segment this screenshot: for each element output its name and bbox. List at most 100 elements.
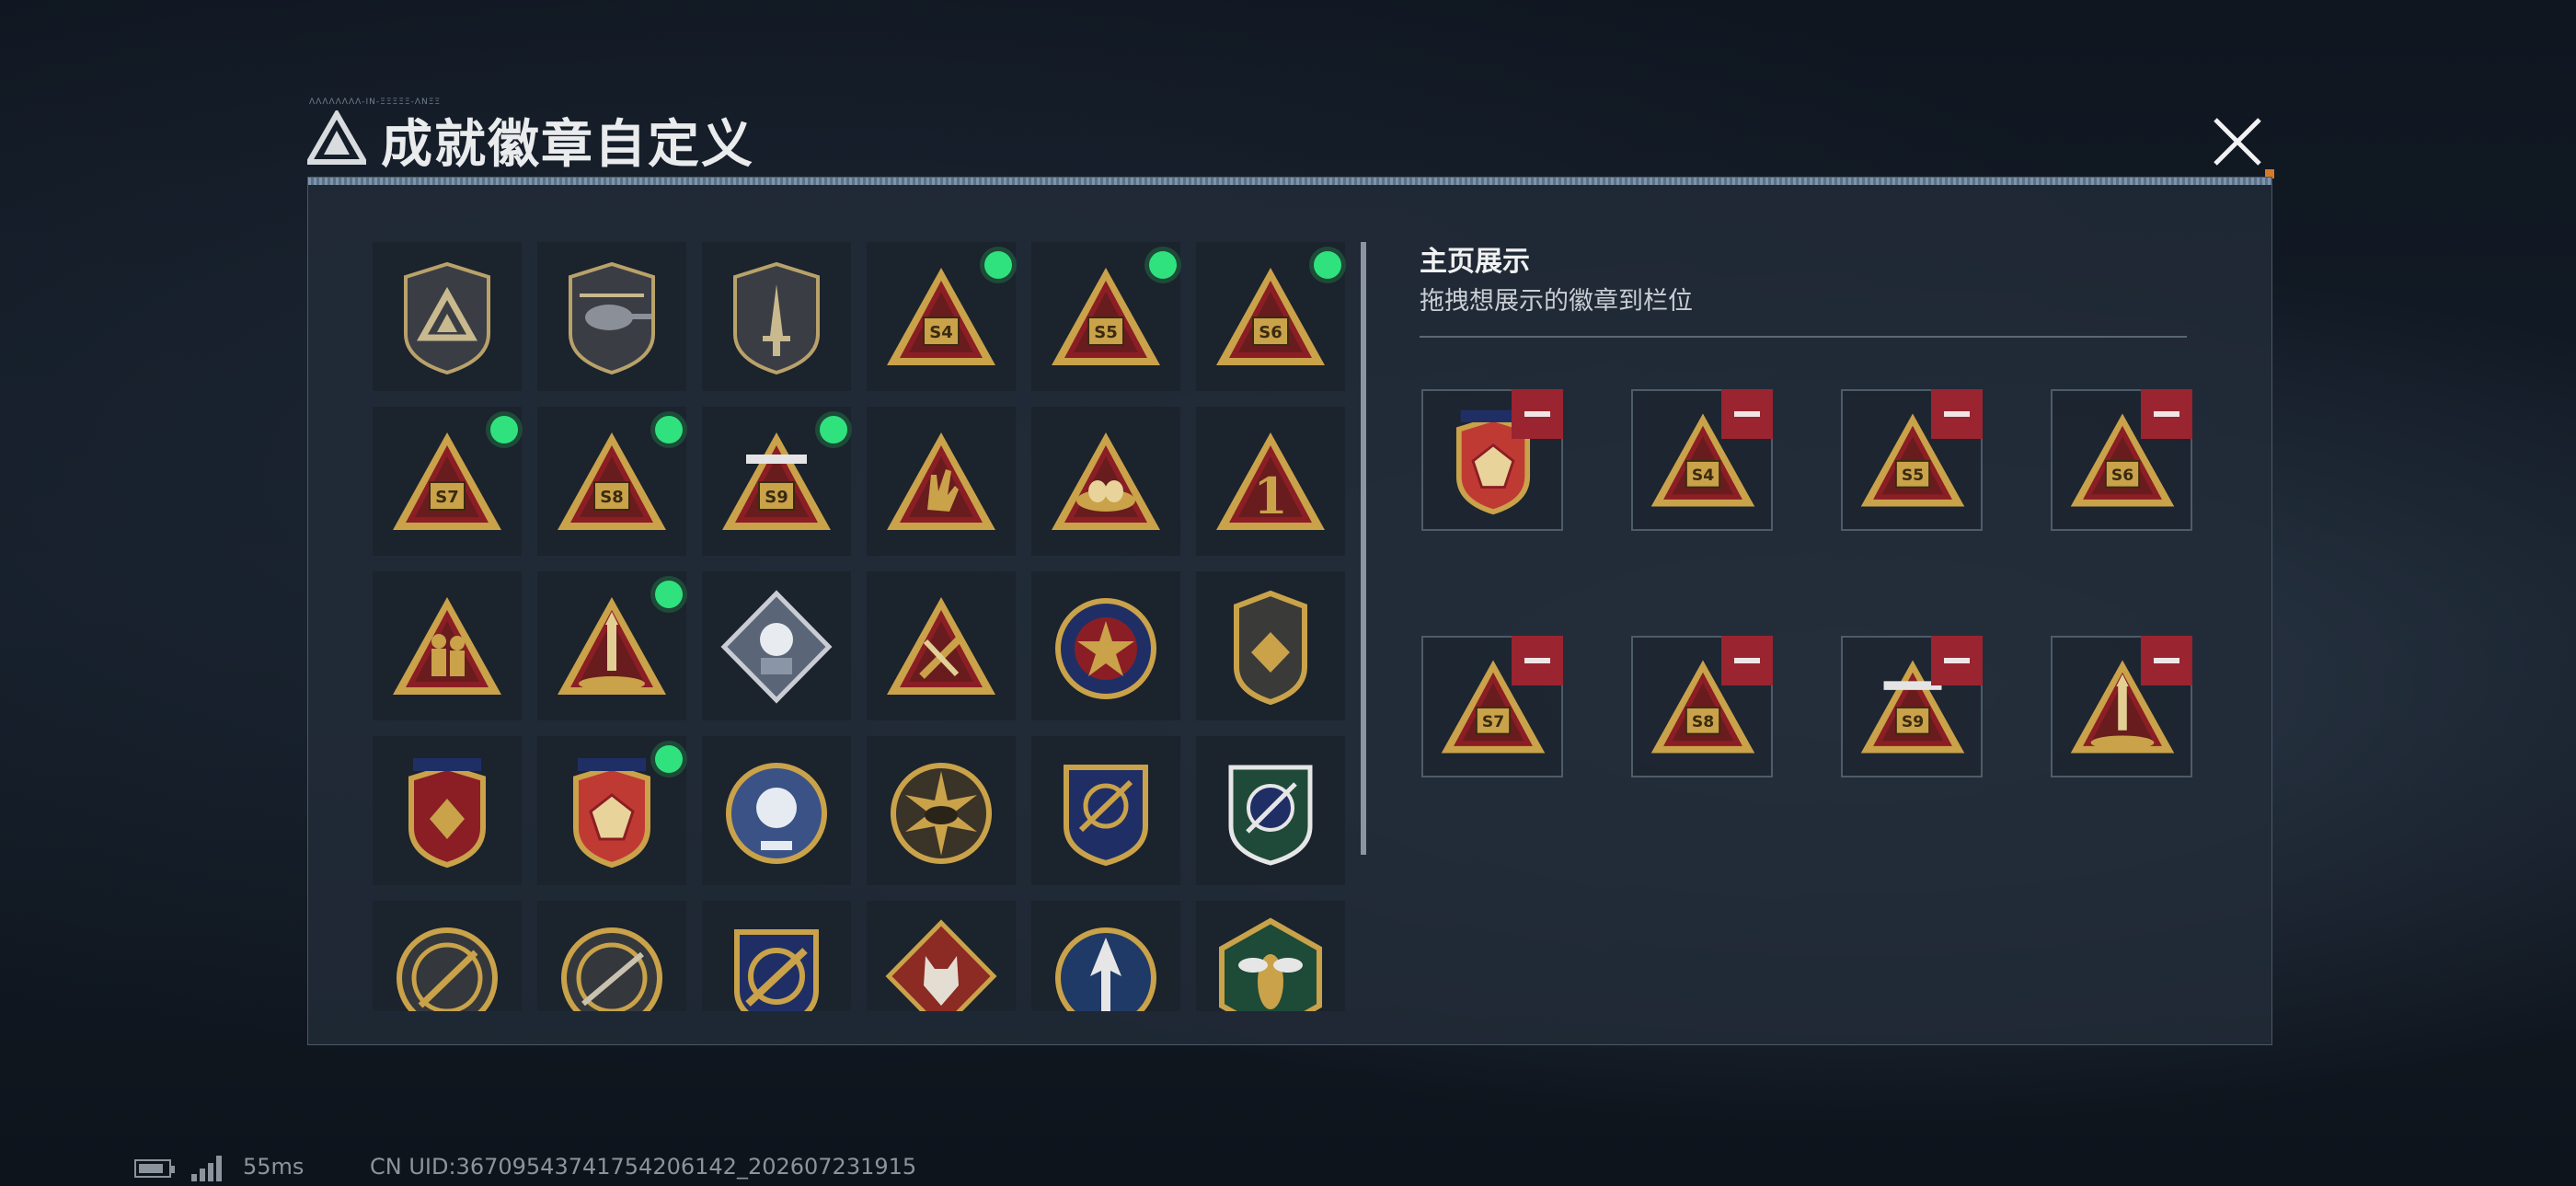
- badge-green-crosshair-icon: [1228, 765, 1313, 866]
- close-button[interactable]: [2208, 112, 2274, 178]
- remove-badge-button[interactable]: [2141, 389, 2192, 439]
- showcase-slot[interactable]: [2051, 636, 2192, 777]
- badge-cell[interactable]: [373, 571, 522, 720]
- badge-s7-icon: S7: [393, 432, 501, 530]
- svg-text:S9: S9: [1902, 713, 1924, 731]
- svg-text:S5: S5: [1902, 466, 1924, 485]
- equipped-indicator: [1149, 251, 1177, 279]
- svg-text:S6: S6: [2111, 466, 2133, 485]
- badge-cell[interactable]: S5: [1031, 242, 1180, 391]
- badge-cell[interactable]: [373, 242, 522, 391]
- badge-cell[interactable]: [1031, 407, 1180, 556]
- badge-skull-round-icon: [726, 763, 827, 864]
- equipped-indicator: [984, 251, 1012, 279]
- badge-cell[interactable]: [1031, 571, 1180, 720]
- remove-badge-button[interactable]: [1512, 389, 1563, 439]
- showcase-slot[interactable]: S4: [1631, 389, 1773, 531]
- showcase-slot[interactable]: S6: [2051, 389, 2192, 531]
- badge-s6-icon: S6: [1216, 268, 1325, 365]
- ping-text: 55ms: [243, 1154, 305, 1180]
- badge-cell[interactable]: [537, 901, 686, 1011]
- badge-cell[interactable]: [1031, 736, 1180, 885]
- showcase-slot[interactable]: S7: [1421, 636, 1563, 777]
- uid-text: CN UID:3670954374175420614​2_20260723191…: [370, 1154, 917, 1180]
- badge-wasp-hexagon-icon: [1219, 917, 1322, 1011]
- svg-text:1: 1: [1253, 466, 1288, 525]
- showcase-subtitle: 拖拽想展示的徽章到栏位: [1420, 287, 1693, 316]
- badge-cell[interactable]: [1196, 901, 1345, 1011]
- badge-cell[interactable]: [702, 571, 851, 720]
- badge-crosshair-shield-icon: [1064, 765, 1148, 867]
- equipped-indicator: [820, 416, 847, 443]
- battery-icon: [134, 1159, 175, 1178]
- badge-cell[interactable]: [702, 242, 851, 391]
- badge-cell[interactable]: [1196, 571, 1345, 720]
- badge-cell[interactable]: [537, 571, 686, 720]
- showcase-divider: [1420, 336, 2187, 338]
- badge-wings-shield-icon: [1234, 590, 1307, 706]
- badge-helicopter-icon: [569, 261, 655, 375]
- badge-cell[interactable]: [373, 736, 522, 885]
- showcase-title: 主页展示: [1420, 246, 1530, 278]
- badge-tools-triangle-icon: [887, 597, 995, 695]
- svg-text:S7: S7: [1482, 713, 1504, 731]
- badge-cell[interactable]: S6: [1196, 242, 1345, 391]
- remove-badge-button[interactable]: [1721, 636, 1773, 685]
- badge-cell[interactable]: [867, 571, 1016, 720]
- badge-rose-diamond-icon: [720, 590, 833, 704]
- badge-cell[interactable]: [867, 901, 1016, 1011]
- svg-text:S8: S8: [600, 488, 624, 507]
- badge-s8-icon: S8: [558, 432, 666, 530]
- svg-text:S5: S5: [1094, 323, 1118, 342]
- remove-badge-button[interactable]: [1721, 389, 1773, 439]
- badge-sniper-round-icon: [561, 927, 662, 1011]
- badge-cell[interactable]: S4: [867, 242, 1016, 391]
- badge-cell[interactable]: [537, 242, 686, 391]
- badge-cell[interactable]: 1: [1196, 407, 1345, 556]
- dialog-title-bar: ΛΛΛΛΛΛΛΛ-ΙΝ-ΞΞΞΞΞ-ΛΝΞΞ 成就徽章自定义: [307, 96, 2272, 178]
- showcase-slot[interactable]: [1421, 389, 1563, 531]
- delta-logo-icon: [307, 110, 366, 165]
- badge-s9-icon: S9: [722, 432, 831, 530]
- badge-grid-scrollbar[interactable]: [1361, 242, 1366, 855]
- remove-badge-button[interactable]: [1931, 389, 1983, 439]
- badge-grid[interactable]: S4 S5 S6 S7 S8 S9 1: [373, 242, 1348, 1011]
- signal-icon: [191, 1156, 228, 1181]
- badge-diamond-shield-icon: [408, 758, 486, 869]
- panel-top-border: [308, 178, 2271, 185]
- badge-rocket-icon: [558, 597, 666, 695]
- equipped-indicator: [1314, 251, 1341, 279]
- remove-badge-button[interactable]: [2141, 636, 2192, 685]
- svg-text:S9: S9: [765, 488, 788, 507]
- equipped-indicator: [655, 581, 683, 608]
- badge-heart-gem-shield-icon: [573, 758, 650, 869]
- badge-cell[interactable]: [537, 736, 686, 885]
- badge-cell[interactable]: S8: [537, 407, 686, 556]
- dialog-title: 成就徽章自定义: [381, 115, 754, 175]
- showcase-slot[interactable]: S8: [1631, 636, 1773, 777]
- badge-soldiers-icon: [393, 597, 501, 695]
- badge-rock-hand-icon: [887, 432, 995, 530]
- badge-rifle-round-icon: [397, 927, 498, 1011]
- badge-delta-logo-icon: [404, 261, 490, 375]
- svg-text:S4: S4: [1692, 466, 1714, 485]
- badge-cell[interactable]: [1196, 736, 1345, 885]
- remove-badge-button[interactable]: [1512, 636, 1563, 685]
- badge-cell[interactable]: [702, 736, 851, 885]
- badge-cell[interactable]: S7: [373, 407, 522, 556]
- svg-text:S7: S7: [435, 488, 459, 507]
- badge-sunburst-tank-icon: [891, 763, 992, 864]
- remove-badge-button[interactable]: [1931, 636, 1983, 685]
- svg-text:S4: S4: [929, 323, 953, 342]
- badge-cell[interactable]: S9: [702, 407, 851, 556]
- badge-cell[interactable]: [867, 407, 1016, 556]
- svg-text:S8: S8: [1692, 713, 1714, 731]
- badge-cell[interactable]: [373, 901, 522, 1011]
- badge-cell[interactable]: [867, 736, 1016, 885]
- badge-customize-panel: S4 S5 S6 S7 S8 S9 1 主页展示 拖拽想展示的徽章到栏位 S4 …: [307, 177, 2272, 1045]
- showcase-slot[interactable]: S9: [1841, 636, 1983, 777]
- badge-cell[interactable]: [1031, 901, 1180, 1011]
- badge-cell[interactable]: [702, 901, 851, 1011]
- badge-dagger-icon: [733, 261, 820, 375]
- showcase-slot[interactable]: S5: [1841, 389, 1983, 531]
